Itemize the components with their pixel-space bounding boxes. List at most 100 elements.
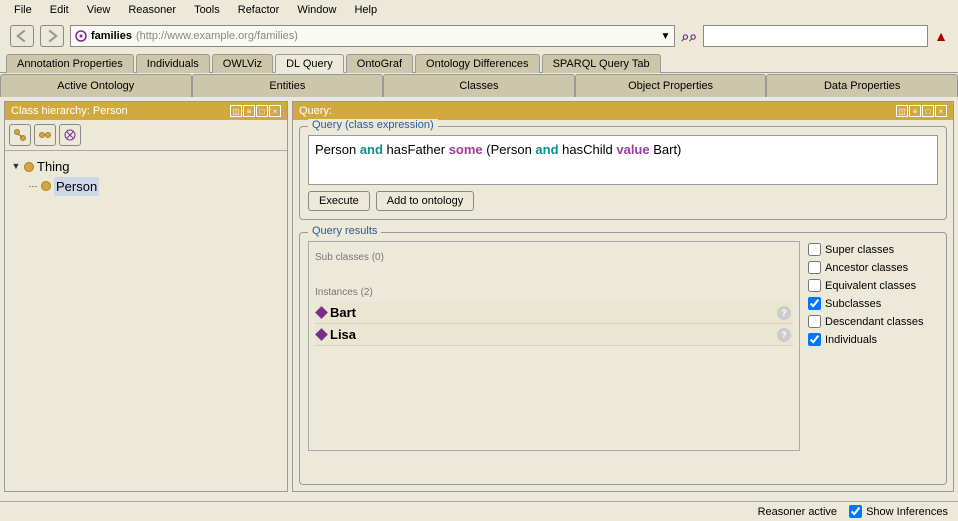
instances-section-label: Instances (2) <box>315 287 793 298</box>
individual-icon <box>315 306 328 319</box>
option-descendant-classes[interactable]: Descendant classes <box>808 315 938 328</box>
sub-tabs: Annotation Properties Individuals OWLViz… <box>0 53 958 73</box>
menu-file[interactable]: File <box>6 2 40 18</box>
add-subclass-icon <box>13 128 27 142</box>
nav-back-button[interactable] <box>10 25 34 47</box>
ontology-icon <box>75 30 87 42</box>
menu-refactor[interactable]: Refactor <box>230 2 288 18</box>
option-checkbox[interactable] <box>808 261 821 274</box>
show-inferences-checkbox[interactable] <box>849 505 862 518</box>
panel-menu-icon[interactable]: ≡ <box>909 105 921 117</box>
query-results-fieldset: Query results Sub classes (0) Instances … <box>299 232 947 485</box>
panel-close-icon[interactable]: × <box>935 105 947 117</box>
expand-toggle[interactable]: ▼ <box>11 160 21 174</box>
add-sibling-button-2[interactable] <box>34 124 56 146</box>
tree-node-thing[interactable]: ▼ Thing <box>11 157 281 177</box>
hierarchy-toolbar <box>5 120 287 151</box>
option-checkbox[interactable] <box>808 333 821 346</box>
tree-label-person: Person <box>54 177 99 197</box>
ontology-selector[interactable]: families (http://www.example.org/familie… <box>70 25 675 47</box>
tab-dl-query[interactable]: DL Query <box>275 54 344 73</box>
option-label: Subclasses <box>825 298 881 310</box>
nav-forward-button[interactable] <box>40 25 64 47</box>
menu-reasoner[interactable]: Reasoner <box>120 2 184 18</box>
show-inferences-label: Show Inferences <box>866 506 948 518</box>
tree-node-person[interactable]: ⋯ Person <box>11 177 281 197</box>
option-label: Ancestor classes <box>825 262 908 274</box>
leaf-indent: ⋯ <box>28 180 38 194</box>
option-label: Descendant classes <box>825 316 923 328</box>
option-subclasses[interactable]: Subclasses <box>808 297 938 310</box>
main-area: Class hierarchy: Person ◫ ≡ □ × ▼ <box>0 97 958 496</box>
add-sibling-button[interactable] <box>9 124 31 146</box>
main-tabs: Active Ontology Entities Classes Object … <box>0 73 958 97</box>
result-item-bart[interactable]: Bart ? <box>315 302 793 324</box>
query-input[interactable]: Person and hasFather some (Person and ha… <box>308 135 938 185</box>
toolbar: families (http://www.example.org/familie… <box>0 20 958 53</box>
tab-individuals[interactable]: Individuals <box>136 54 210 73</box>
menubar: File Edit View Reasoner Tools Refactor W… <box>0 0 958 20</box>
result-label: Lisa <box>330 327 356 342</box>
menu-tools[interactable]: Tools <box>186 2 228 18</box>
class-hierarchy-header: Class hierarchy: Person ◫ ≡ □ × <box>5 102 287 120</box>
panel-pin-icon[interactable]: ◫ <box>230 105 242 117</box>
query-panel-header: Query: ◫ ≡ □ × <box>293 102 953 120</box>
tab-sparql[interactable]: SPARQL Query Tab <box>542 54 661 73</box>
tab-entities[interactable]: Entities <box>192 74 384 97</box>
option-individuals[interactable]: Individuals <box>808 333 938 346</box>
panel-pin-icon[interactable]: ◫ <box>896 105 908 117</box>
add-sibling-icon <box>38 128 52 142</box>
class-icon <box>24 162 34 172</box>
option-checkbox[interactable] <box>808 279 821 292</box>
panel-max-icon[interactable]: □ <box>922 105 934 117</box>
result-item-lisa[interactable]: Lisa ? <box>315 324 793 346</box>
panel-menu-icon[interactable]: ≡ <box>243 105 255 117</box>
tab-active-ontology[interactable]: Active Ontology <box>0 74 192 97</box>
query-panel-title: Query: <box>299 105 332 117</box>
dropdown-icon: ▼ <box>661 31 671 42</box>
tab-data-properties[interactable]: Data Properties <box>766 74 958 97</box>
execute-button[interactable]: Execute <box>308 191 370 211</box>
query-expression-label: Query (class expression) <box>308 119 438 131</box>
query-panel: Query: ◫ ≡ □ × Query (class expression) … <box>292 101 954 492</box>
results-options: Super classes Ancestor classes Equivalent … <box>808 241 938 451</box>
option-equivalent-classes[interactable]: Equivalent classes <box>808 279 938 292</box>
option-checkbox[interactable] <box>808 297 821 310</box>
option-ancestor-classes[interactable]: Ancestor classes <box>808 261 938 274</box>
menu-view[interactable]: View <box>79 2 119 18</box>
tab-object-properties[interactable]: Object Properties <box>575 74 767 97</box>
tab-classes[interactable]: Classes <box>383 74 575 97</box>
panel-controls: ◫ ≡ □ × <box>896 105 947 117</box>
tree-label-thing: Thing <box>37 157 70 177</box>
menu-edit[interactable]: Edit <box>42 2 77 18</box>
class-icon <box>41 181 51 191</box>
tab-ontology-differences[interactable]: Ontology Differences <box>415 54 540 73</box>
tab-ontograf[interactable]: OntoGraf <box>346 54 413 73</box>
menu-help[interactable]: Help <box>346 2 385 18</box>
add-to-ontology-button[interactable]: Add to ontology <box>376 191 474 211</box>
search-icon[interactable]: ⌕⌕ <box>681 28 697 45</box>
show-inferences-toggle[interactable]: Show Inferences <box>849 505 948 518</box>
option-super-classes[interactable]: Super classes <box>808 243 938 256</box>
delete-class-button[interactable] <box>59 124 81 146</box>
tab-owlviz[interactable]: OWLViz <box>212 54 273 73</box>
panel-max-icon[interactable]: □ <box>256 105 268 117</box>
results-list[interactable]: Sub classes (0) Instances (2) Bart ? Lis… <box>308 241 800 451</box>
info-icon[interactable]: ? <box>777 328 791 342</box>
search-input[interactable] <box>703 25 928 47</box>
class-tree[interactable]: ▼ Thing ⋯ Person <box>5 151 287 202</box>
info-icon[interactable]: ? <box>777 306 791 320</box>
tab-annotation-properties[interactable]: Annotation Properties <box>6 54 134 73</box>
class-hierarchy-panel: Class hierarchy: Person ◫ ≡ □ × ▼ <box>4 101 288 492</box>
option-checkbox[interactable] <box>808 315 821 328</box>
panel-close-icon[interactable]: × <box>269 105 281 117</box>
option-label: Individuals <box>825 334 877 346</box>
option-label: Super classes <box>825 244 894 256</box>
delete-icon <box>63 128 77 142</box>
option-label: Equivalent classes <box>825 280 916 292</box>
menu-window[interactable]: Window <box>289 2 344 18</box>
query-text: Person and hasFather some (Person and ha… <box>315 142 681 157</box>
panel-controls: ◫ ≡ □ × <box>230 105 281 117</box>
option-checkbox[interactable] <box>808 243 821 256</box>
warning-icon[interactable]: ▲ <box>934 28 948 44</box>
